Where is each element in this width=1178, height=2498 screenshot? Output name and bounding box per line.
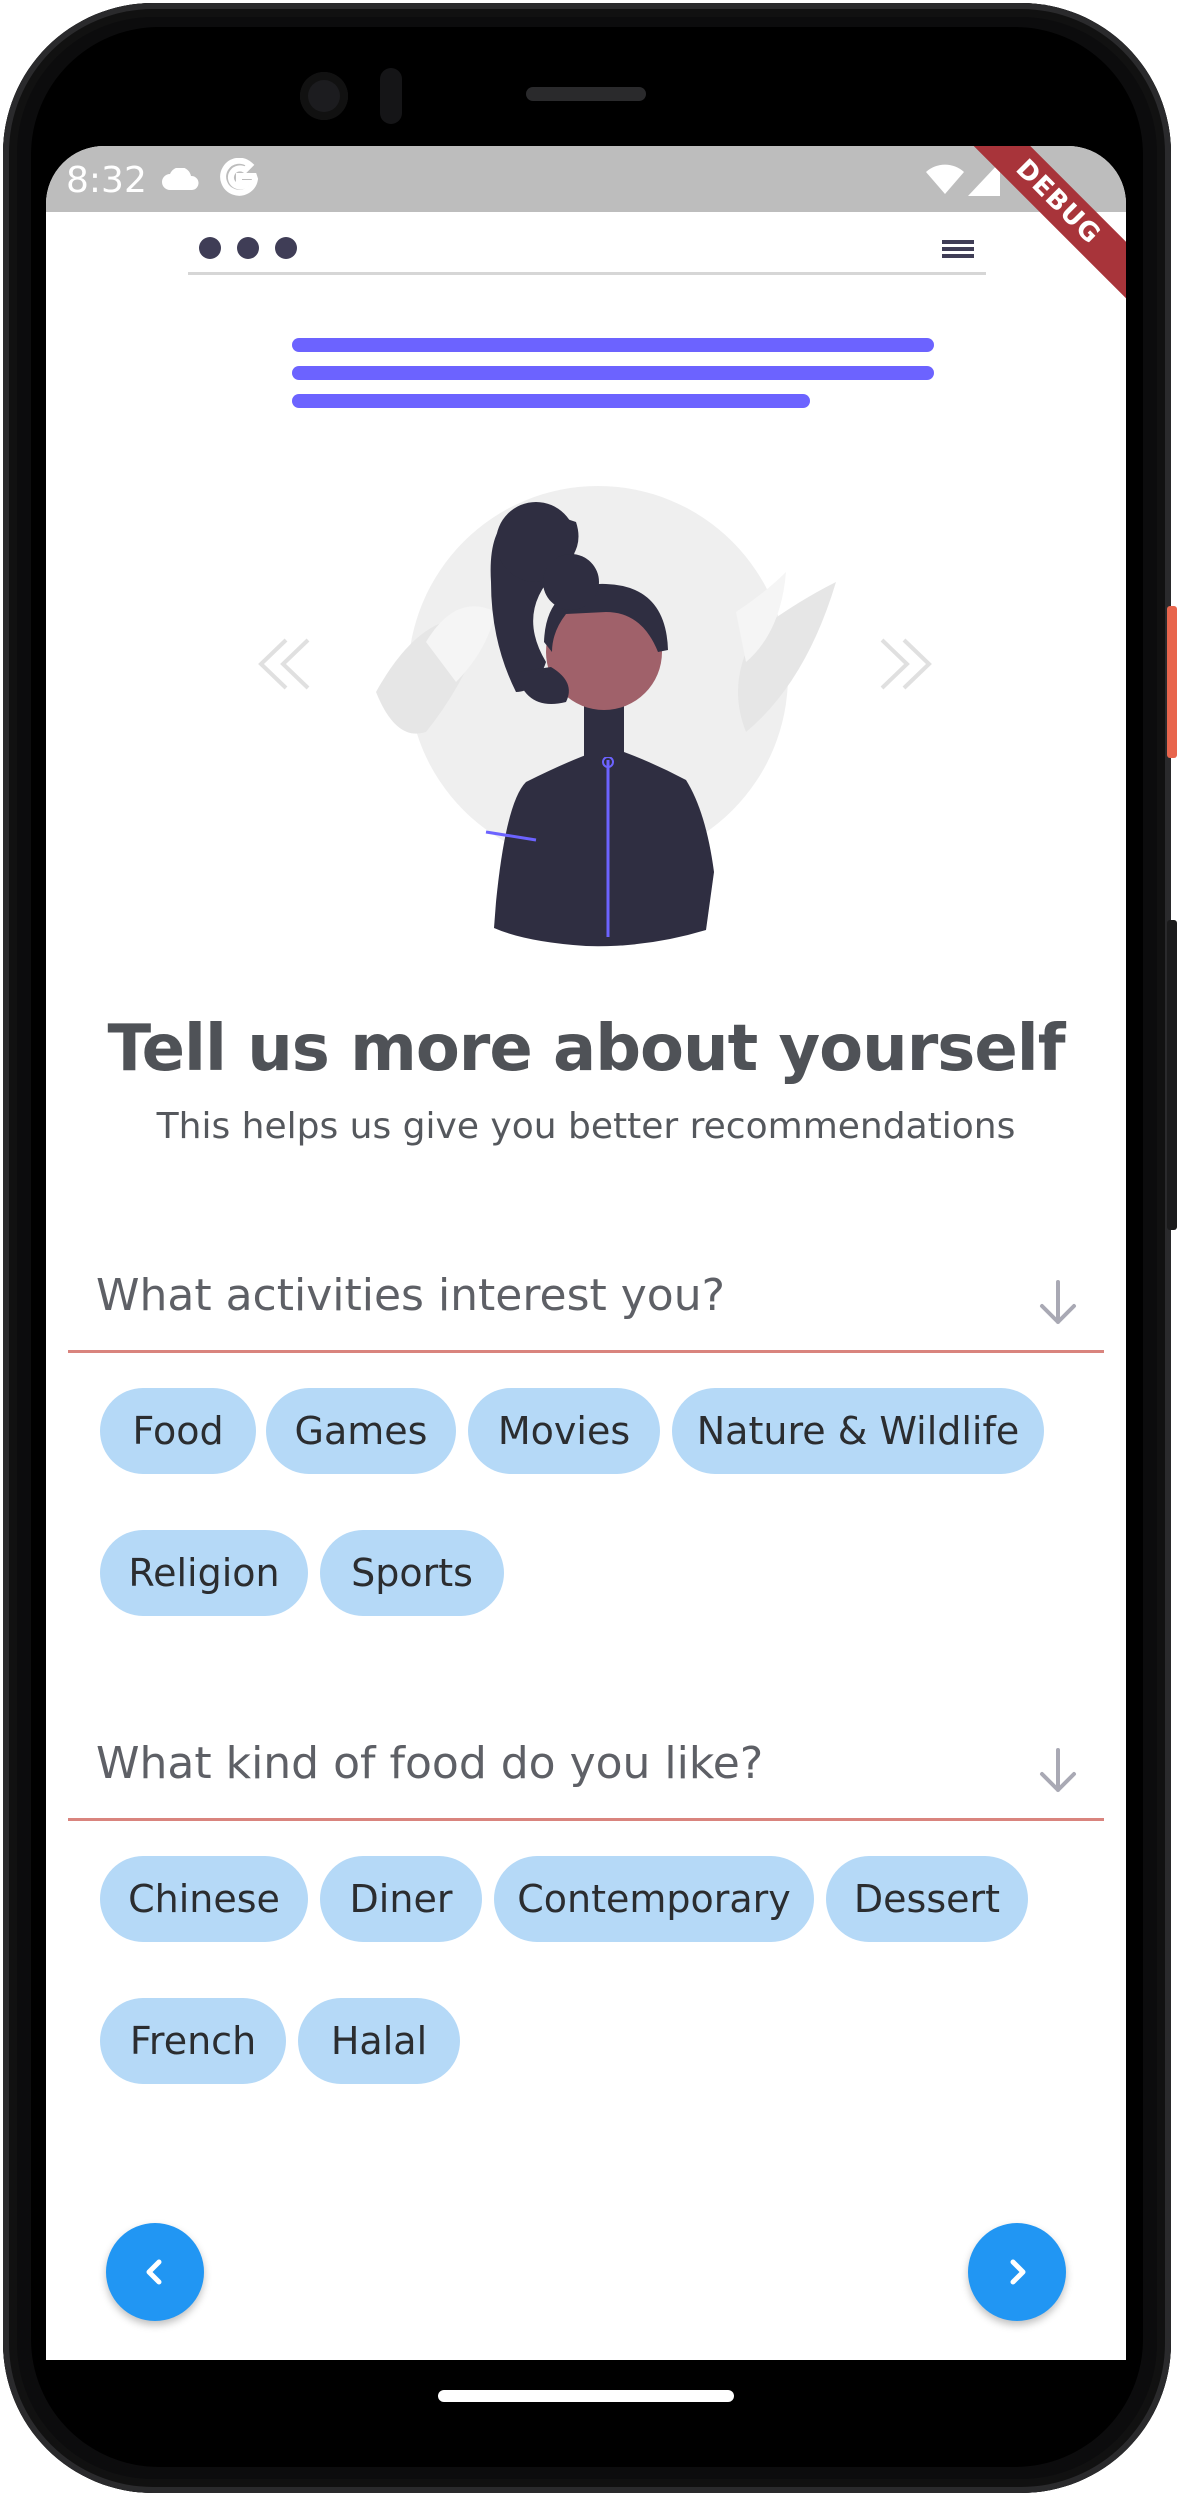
front-camera: [300, 72, 348, 120]
arrow-down-icon[interactable]: [1038, 1280, 1078, 1326]
status-bar: 8:32: [46, 146, 1126, 212]
page-subtitle: This helps us give you better recommenda…: [156, 1106, 1016, 1147]
status-time: 8:32: [66, 160, 147, 201]
proximity-sensor: [380, 68, 402, 124]
chevron-left-icon: [146, 2259, 162, 2285]
chip-games[interactable]: Games: [266, 1388, 456, 1474]
next-button[interactable]: [968, 2223, 1066, 2321]
chip-nature-wildlife[interactable]: Nature & Wildlife: [672, 1388, 1044, 1474]
cloud-icon: [162, 168, 199, 190]
chip-halal[interactable]: Halal: [298, 1998, 460, 2084]
food-question-label: What kind of food do you like?: [96, 1738, 764, 1789]
previous-arrows-icon: [258, 638, 310, 690]
browser-dots-icon: [199, 237, 297, 259]
chip-french[interactable]: French: [100, 1998, 286, 2084]
next-arrows-icon: [880, 638, 932, 690]
app-screen: 8:32 DEBUG Tell us more about yourself T…: [46, 146, 1126, 2360]
back-button[interactable]: [106, 2223, 204, 2321]
activities-question-label: What activities interest you?: [96, 1270, 725, 1321]
chip-contemporary[interactable]: Contemporary: [494, 1856, 814, 1942]
chip-sports[interactable]: Sports: [320, 1530, 504, 1616]
food-question-header[interactable]: What kind of food do you like?: [68, 1708, 1104, 1821]
activities-question-header[interactable]: What activities interest you?: [68, 1240, 1104, 1353]
chip-diner[interactable]: Diner: [320, 1856, 482, 1942]
volume-button: [1167, 920, 1177, 1230]
google-g-icon: [220, 158, 259, 196]
earpiece-speaker: [526, 87, 646, 101]
chip-dessert[interactable]: Dessert: [826, 1856, 1028, 1942]
arrow-down-icon[interactable]: [1038, 1748, 1078, 1794]
chip-religion[interactable]: Religion: [100, 1530, 308, 1616]
chip-movies[interactable]: Movies: [468, 1388, 660, 1474]
home-indicator[interactable]: [438, 2390, 734, 2402]
page-title: Tell us more about yourself: [107, 1012, 1065, 1086]
power-button: [1167, 606, 1177, 758]
onboarding-illustration: [188, 237, 986, 947]
chip-chinese[interactable]: Chinese: [100, 1856, 308, 1942]
wifi-icon: [926, 164, 964, 194]
menu-icon: [942, 240, 974, 258]
chevron-right-icon: [1010, 2259, 1026, 2285]
chip-food[interactable]: Food: [100, 1388, 256, 1474]
